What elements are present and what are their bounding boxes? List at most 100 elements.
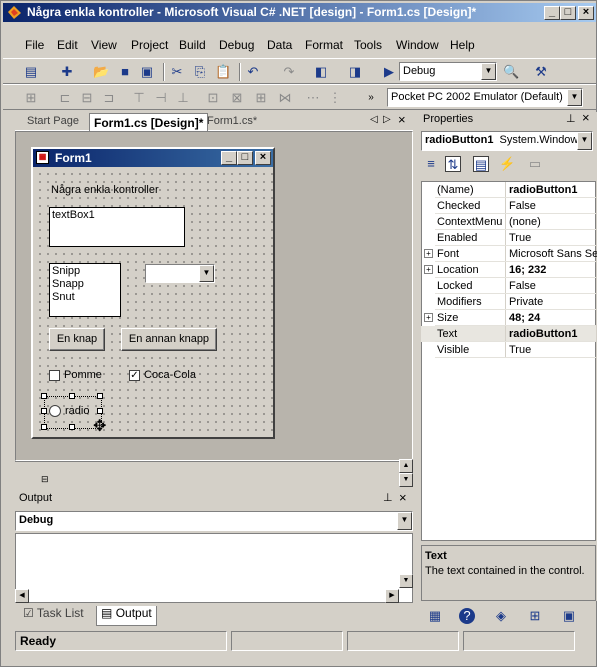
maximize-button[interactable]: □ <box>560 6 576 20</box>
list-item[interactable]: Snipp <box>52 265 118 278</box>
solution-config-combo[interactable]: Debug ▼ <box>399 62 497 81</box>
spacing-icon[interactable]: ⋈ <box>277 90 293 106</box>
make-same-width-icon[interactable]: ⊡ <box>205 90 221 106</box>
pin-icon[interactable]: ⊥ <box>383 491 393 509</box>
resize-handle[interactable] <box>69 424 75 430</box>
chevron-down-icon[interactable]: ▼ <box>567 89 582 106</box>
chevron-down-icon[interactable]: ▼ <box>397 512 412 530</box>
menu-tools[interactable]: Tools <box>354 38 382 52</box>
combobox[interactable]: ▼ <box>145 264 215 283</box>
scroll-down-icon[interactable]: ▼ <box>399 574 413 588</box>
property-value[interactable]: radioButton1 <box>509 184 597 196</box>
close-output-icon[interactable]: × <box>399 490 407 508</box>
resize-handle[interactable] <box>97 408 103 414</box>
property-value[interactable]: Microsoft Sans Serif <box>509 248 597 260</box>
chevron-down-icon[interactable]: ▼ <box>199 265 214 282</box>
menu-build[interactable]: Build <box>179 38 206 52</box>
list-item[interactable]: Snut <box>52 291 118 304</box>
property-value[interactable]: False <box>509 280 597 292</box>
menu-data[interactable]: Data <box>267 38 292 52</box>
resource-view-icon[interactable]: ⊞ <box>527 608 543 624</box>
vertical-spacing-icon[interactable]: ⋮ <box>327 90 343 106</box>
tab-form1-design[interactable]: Form1.cs [Design]* <box>89 113 209 132</box>
close-button[interactable]: × <box>578 6 594 20</box>
property-pages-icon[interactable]: ▭ <box>527 156 543 172</box>
pin-icon[interactable]: ⊥ <box>566 112 576 130</box>
save-all-icon[interactable]: ▣ <box>139 64 155 80</box>
resize-handle[interactable] <box>41 424 47 430</box>
make-same-size-icon[interactable]: ⊠ <box>229 90 245 106</box>
property-row[interactable]: Locked False <box>421 278 596 294</box>
label-title[interactable]: Några enkla kontroller <box>51 184 159 196</box>
resize-handle[interactable] <box>69 393 75 399</box>
navigate-forward-icon[interactable]: ◨ <box>347 64 363 80</box>
find-in-files-icon[interactable]: 🔍 <box>503 64 519 80</box>
property-row[interactable]: Visible True <box>421 342 596 358</box>
menu-window[interactable]: Window <box>396 38 439 52</box>
menu-help[interactable]: Help <box>450 38 475 52</box>
chevron-down-icon[interactable]: ▼ <box>577 132 592 150</box>
output-source-combo[interactable]: Debug ▼ <box>15 511 413 531</box>
minimize-button[interactable]: _ <box>544 6 560 20</box>
scroll-left-icon[interactable]: ◀ <box>15 589 29 603</box>
menu-file[interactable]: File <box>25 38 44 52</box>
form-close-button[interactable]: × <box>255 151 271 165</box>
en-annan-knapp-button[interactable]: En annan knapp <box>121 328 217 351</box>
form-maximize-button[interactable]: □ <box>237 151 253 165</box>
property-row[interactable]: + Size 48; 24 <box>421 310 596 326</box>
property-value[interactable]: Private <box>509 296 597 308</box>
tab-scroll-left-icon[interactable]: ◁ <box>370 114 378 132</box>
list-item[interactable]: Snapp <box>52 278 118 291</box>
tab-output[interactable]: ▤ Output <box>96 606 157 626</box>
redo-icon[interactable]: ↷ <box>281 64 297 80</box>
navigate-back-icon[interactable]: ◧ <box>313 64 329 80</box>
cut-icon[interactable]: ✂ <box>169 64 185 80</box>
copy-icon[interactable]: ⎘ <box>192 64 208 80</box>
expand-plus-icon[interactable]: + <box>424 249 433 258</box>
scroll-down-icon[interactable]: ▼ <box>399 473 413 487</box>
class-view-icon[interactable]: ◈ <box>493 608 509 624</box>
menu-debug[interactable]: Debug <box>219 38 254 52</box>
align-bottoms-icon[interactable]: ⊥ <box>175 90 191 106</box>
new-project-icon[interactable]: ▤ <box>23 64 39 80</box>
menu-format[interactable]: Format <box>305 38 343 52</box>
menu-project[interactable]: Project <box>131 38 168 52</box>
horizontal-spacing-icon[interactable]: ⋯ <box>305 90 321 106</box>
expand-plus-icon[interactable]: + <box>424 313 433 322</box>
form1-title-bar[interactable]: ▦ Form1 _ □ × <box>33 149 273 167</box>
align-rights-icon[interactable]: ⊐ <box>101 90 117 106</box>
size-to-grid-icon[interactable]: ⊞ <box>253 90 269 106</box>
help-icon[interactable]: ? <box>459 608 475 624</box>
tab-scroll-right-icon[interactable]: ▷ <box>383 114 391 132</box>
property-value[interactable]: radioButton1 <box>509 328 597 340</box>
events-icon[interactable]: ⚡ <box>499 156 515 172</box>
tools-icon[interactable]: ⚒ <box>533 64 549 80</box>
coca-cola-checkbox[interactable]: ✓ <box>129 370 140 381</box>
menu-view[interactable]: View <box>91 38 117 52</box>
expand-plus-icon[interactable]: + <box>424 265 433 274</box>
categorized-icon[interactable]: ≡ <box>423 156 439 172</box>
form-minimize-button[interactable]: _ <box>221 151 237 165</box>
title-bar[interactable]: Några enkla kontroller - Microsoft Visua… <box>3 3 596 22</box>
property-value[interactable]: (none) <box>509 216 597 228</box>
align-centers-icon[interactable]: ⊟ <box>79 90 95 106</box>
close-document-icon[interactable]: × <box>398 112 406 130</box>
designer-hscroll[interactable]: ⊟ <box>15 461 413 486</box>
listbox[interactable]: Snipp Snapp Snut <box>49 263 121 317</box>
undo-icon[interactable]: ↶ <box>245 64 261 80</box>
toolbar-overflow-icon[interactable]: » <box>363 90 379 106</box>
textbox1[interactable]: textBox1 <box>49 207 185 247</box>
chevron-down-icon[interactable]: ▼ <box>481 63 496 80</box>
property-value[interactable]: False <box>509 200 597 212</box>
save-icon[interactable]: ■ <box>117 64 133 80</box>
scroll-up-icon[interactable]: ▲ <box>399 459 413 473</box>
property-row[interactable]: + Location 16; 232 <box>421 262 596 278</box>
align-to-grid-icon[interactable]: ⊞ <box>23 90 39 106</box>
scroll-right-icon[interactable]: ▶ <box>385 589 399 603</box>
align-middles-icon[interactable]: ⊣ <box>153 90 169 106</box>
property-row[interactable]: Text radioButton1 <box>421 326 596 342</box>
resize-handle[interactable] <box>41 393 47 399</box>
output-text-area[interactable] <box>15 533 413 603</box>
property-row[interactable]: Enabled True <box>421 230 596 246</box>
object-selector[interactable]: radioButton1 System.Windows ▼ <box>421 131 593 151</box>
